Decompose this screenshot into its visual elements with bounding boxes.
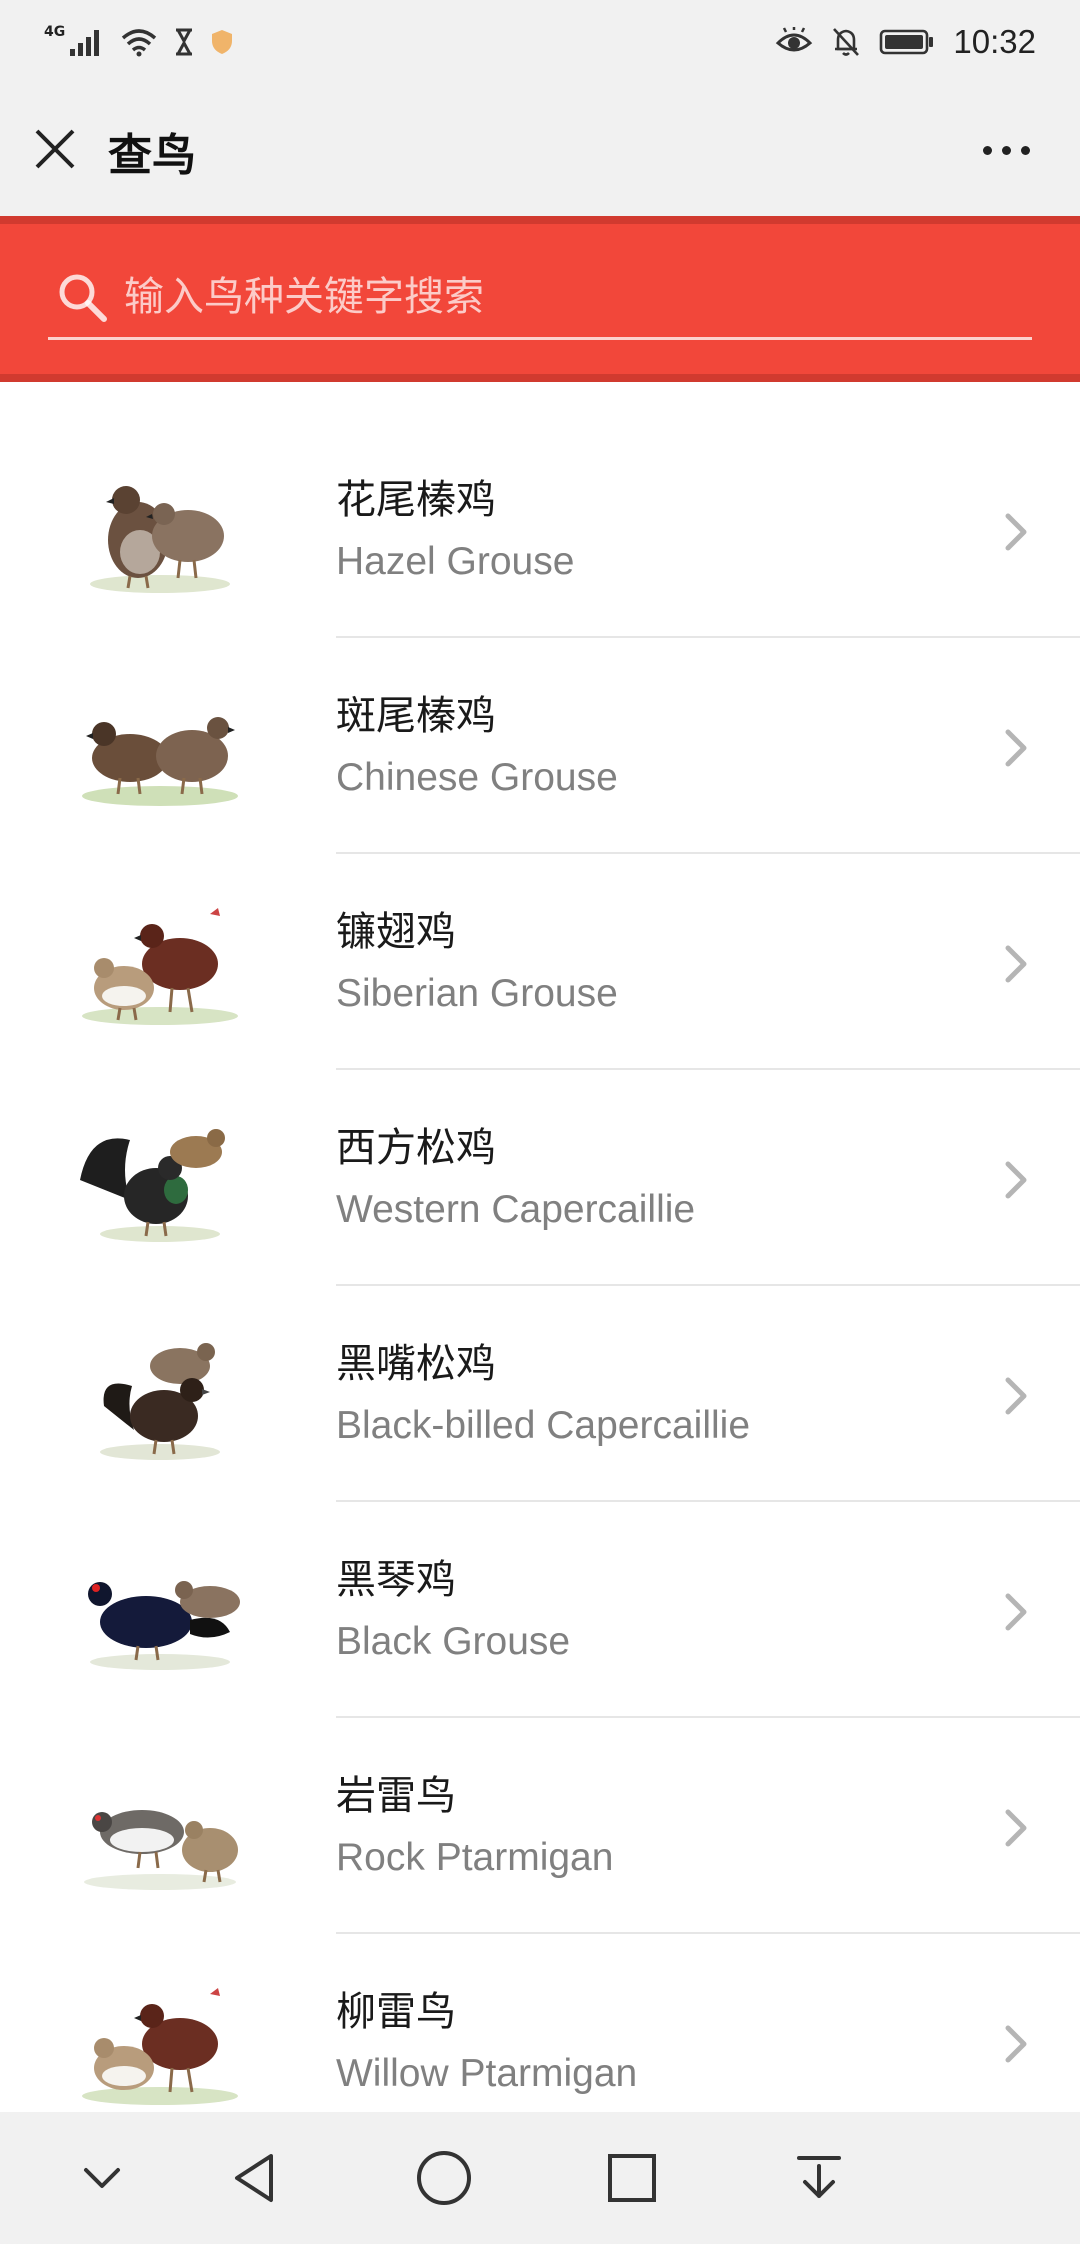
hourglass-icon [176, 28, 193, 56]
bird-name-cn: 柳雷鸟 [336, 1989, 456, 2035]
page-title: 查鸟 [108, 130, 196, 181]
bird-text: 西方松鸡 Western Capercaillie [336, 1122, 695, 1236]
nav-download-button[interactable] [783, 2142, 855, 2214]
bird-text: 黑嘴松鸡 Black-billed Capercaillie [336, 1338, 750, 1452]
home-icon [417, 2151, 471, 2205]
status-right: 10:32 [775, 20, 1036, 64]
search-icon [52, 267, 112, 327]
bird-name-en: Black Grouse [336, 1620, 571, 1663]
bell-off-icon [833, 28, 860, 56]
more-icon-dot [1020, 145, 1030, 155]
bird-text: 黑琴鸡 Black Grouse [336, 1554, 570, 1668]
chevron-right-icon [1005, 1809, 1027, 1847]
list-item[interactable]: 柳雷鸟 Willow Ptarmigan [0, 1934, 1080, 2112]
nav-bar [0, 2112, 1080, 2244]
bird-name-en: Chinese Grouse [336, 756, 618, 799]
close-button[interactable] [24, 118, 86, 180]
bird-text: 斑尾榛鸡 Chinese Grouse [336, 690, 618, 804]
nav-home-button[interactable] [408, 2142, 480, 2214]
list-item[interactable]: 西方松鸡 Western Capercaillie [0, 1070, 1080, 1286]
close-icon [35, 129, 75, 169]
bird-name-en: Western Capercaillie [336, 1188, 696, 1231]
chevron-right-icon [1005, 1377, 1027, 1415]
list-item[interactable]: 黑嘴松鸡 Black-billed Capercaillie [0, 1286, 1080, 1502]
bird-illustration [100, 1343, 220, 1460]
nav-recents-button[interactable] [596, 2142, 668, 2214]
shield-icon [212, 30, 233, 54]
chevron-right-icon [1005, 513, 1027, 551]
list-item[interactable]: 镰翅鸡 Siberian Grouse [0, 854, 1080, 1070]
signal-icon [70, 30, 100, 56]
bird-name-cn: 斑尾榛鸡 [336, 693, 496, 739]
wifi-icon [122, 29, 157, 57]
bird-illustration [90, 486, 230, 593]
bird-name-en: Hazel Grouse [336, 540, 575, 583]
list-item[interactable]: 花尾榛鸡 Hazel Grouse [0, 422, 1080, 638]
status-time: 10:32 [953, 23, 1036, 60]
eye-icon [776, 27, 813, 52]
search-field[interactable] [48, 256, 1032, 340]
search-input[interactable] [124, 261, 1032, 332]
bird-illustration [88, 1581, 240, 1670]
chevron-right-icon [1005, 729, 1027, 767]
chevron-right-icon [1005, 1161, 1027, 1199]
status-left: 4G [44, 20, 235, 64]
chevron-right-icon [1005, 945, 1027, 983]
bird-name-en: Rock Ptarmigan [336, 1836, 614, 1879]
bird-name-cn: 黑琴鸡 [336, 1557, 456, 1603]
bird-illustration [80, 1129, 225, 1242]
recents-icon [608, 2154, 656, 2202]
screen: 4G 10:32 查鸟 输入鸟种关键字搜索 花尾榛鸡 Hazel Grouse … [0, 0, 1080, 2244]
bird-text: 柳雷鸟 Willow Ptarmigan [336, 1986, 637, 2100]
back-icon [235, 2154, 273, 2202]
bird-name-cn: 镰翅鸡 [336, 909, 456, 955]
download-icon [797, 2156, 841, 2198]
bird-name-cn: 黑嘴松鸡 [336, 1341, 496, 1387]
title-bar: 查鸟 [0, 86, 1080, 216]
bird-name-en: Black-billed Capercaillie [336, 1404, 751, 1447]
status-bar: 4G 10:32 [0, 0, 1080, 86]
more-button[interactable] [956, 122, 1056, 178]
nav-back-button[interactable] [219, 2142, 291, 2214]
bird-illustration [82, 1988, 238, 2105]
bird-text: 花尾榛鸡 Hazel Grouse [336, 474, 574, 588]
bird-illustration [82, 717, 238, 806]
nav-collapse-button[interactable] [66, 2142, 138, 2214]
network-type: 4G [44, 24, 66, 40]
bird-name-en: Willow Ptarmigan [336, 2052, 638, 2095]
more-icon [982, 145, 992, 155]
list-item[interactable]: 岩雷鸟 Rock Ptarmigan [0, 1718, 1080, 1934]
list-item[interactable]: 斑尾榛鸡 Chinese Grouse [0, 638, 1080, 854]
bird-text: 岩雷鸟 Rock Ptarmigan [336, 1770, 613, 1884]
bird-illustration [84, 1810, 238, 1890]
bird-illustration [82, 908, 238, 1025]
bird-list: 花尾榛鸡 Hazel Grouse 斑尾榛鸡 Chinese Grouse 镰翅… [0, 382, 1080, 2112]
search-header [0, 216, 1080, 382]
bird-name-cn: 岩雷鸟 [336, 1773, 456, 1819]
bird-name-en: Siberian Grouse [336, 972, 618, 1015]
more-icon-dot [1001, 145, 1011, 155]
bird-name-cn: 西方松鸡 [336, 1125, 496, 1171]
bird-text: 镰翅鸡 Siberian Grouse [336, 906, 618, 1020]
bird-name-cn: 花尾榛鸡 [336, 477, 496, 523]
chevron-down-icon [84, 2168, 120, 2188]
list-item[interactable]: 黑琴鸡 Black Grouse [0, 1502, 1080, 1718]
chevron-right-icon [1005, 1593, 1027, 1631]
chevron-right-icon [1005, 2025, 1027, 2063]
battery-icon [880, 29, 934, 55]
